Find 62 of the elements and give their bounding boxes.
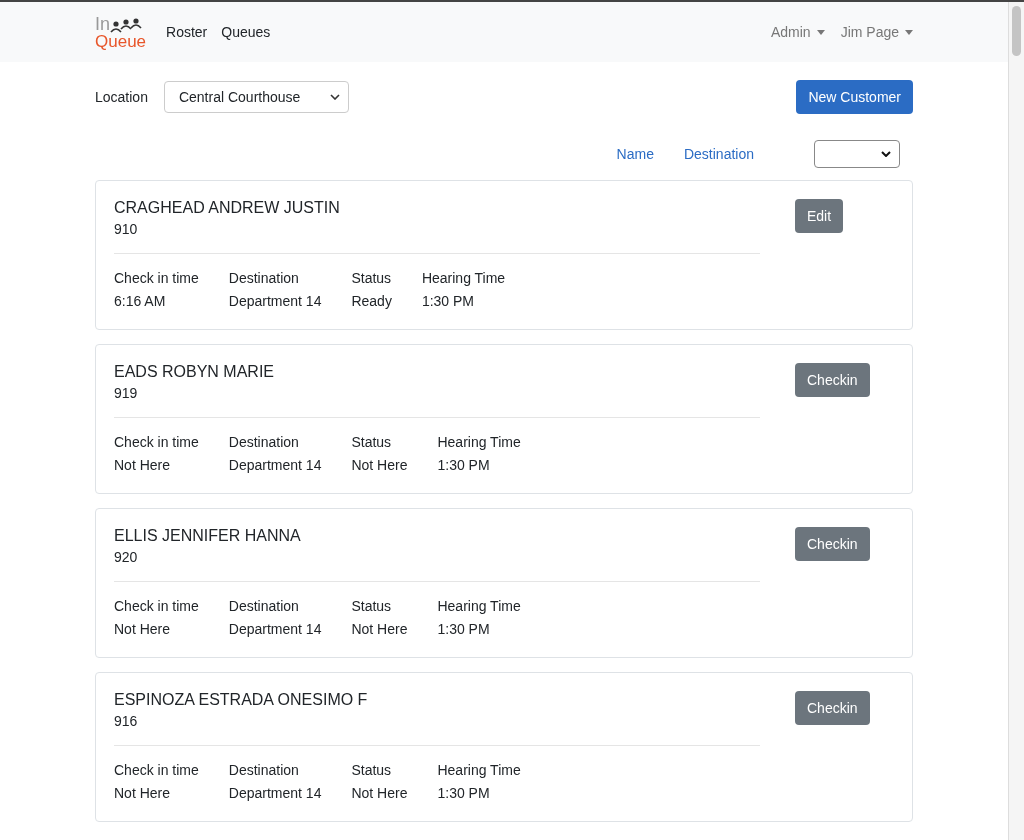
field-value: Not Here [114,785,172,801]
field-label: Check in time [114,762,199,778]
field-label: Check in time [114,598,199,614]
customer-number: 919 [114,385,139,401]
customer-name: ELLIS JENNIFER HANNA [114,527,302,545]
customer-name: ESPINOZA ESTRADA ONESIMO F [114,691,369,709]
chevron-down-icon [329,94,340,100]
filter-select[interactable] [814,140,900,168]
field-label: Status [351,762,393,778]
customer-name: CRAGHEAD ANDREW JUSTIN [114,199,341,217]
nav-dropdown[interactable]: Jim Page [840,24,913,40]
field-label: Destination [228,598,300,614]
field-value: 1:30 PM [437,621,491,637]
chevron-down-icon [881,151,891,157]
nav-link[interactable]: Queues [221,24,271,40]
field-label: Check in time [114,270,199,286]
people-icon [110,16,142,33]
action-button[interactable]: Checkin [795,691,870,725]
field-value: Not Here [114,621,172,637]
field-value: Department 14 [228,293,322,309]
customer-number: 910 [114,221,139,237]
field-value: 1:30 PM [421,293,476,309]
field-label: Hearing Time [437,762,521,778]
field-value: Not Here [351,457,408,473]
logo-text: In [95,14,110,33]
field-value: Department 14 [228,621,322,637]
field-value: Department 14 [228,785,322,801]
field-value: 6:16 AM [114,293,167,309]
customer-name: EADS ROBYN MARIE [114,363,276,381]
field-value: Not Here [114,457,172,473]
logo-text: Queue [95,32,147,50]
field-label: Hearing Time [437,598,521,614]
action-button[interactable]: Edit [795,199,844,233]
field-value: 1:30 PM [437,457,491,473]
field-value: Not Here [351,621,408,637]
new-customer-button[interactable]: New Customer [796,80,913,114]
field-label: Status [351,270,392,286]
nav-dropdown[interactable]: Admin [770,24,825,40]
field-value: Not Here [351,785,408,801]
field-label: Hearing Time [421,270,506,286]
sort-link[interactable]: Destination [683,146,754,162]
field-label: Destination [228,434,300,450]
field-label: Destination [228,762,300,778]
field-label: Status [351,598,393,614]
scrollbar[interactable] [1008,2,1024,840]
action-button[interactable]: Checkin [795,527,870,561]
location-select[interactable]: Central Courthouse [163,81,349,113]
field-label: Status [351,434,393,450]
caret-icon [816,29,825,35]
field-label: Check in time [114,434,199,450]
action-button[interactable]: Checkin [795,363,870,397]
field-value: Ready [351,293,392,309]
nav-link[interactable]: Roster [166,24,208,40]
customer-number: 916 [114,713,139,729]
field-label: Hearing Time [437,434,521,450]
location-label: Location [95,89,148,105]
field-label: Destination [228,270,300,286]
customer-number: 920 [114,549,139,565]
field-value: 1:30 PM [437,785,491,801]
caret-icon [905,29,913,35]
field-value: Department 14 [228,457,322,473]
sort-link[interactable]: Name [616,146,654,162]
